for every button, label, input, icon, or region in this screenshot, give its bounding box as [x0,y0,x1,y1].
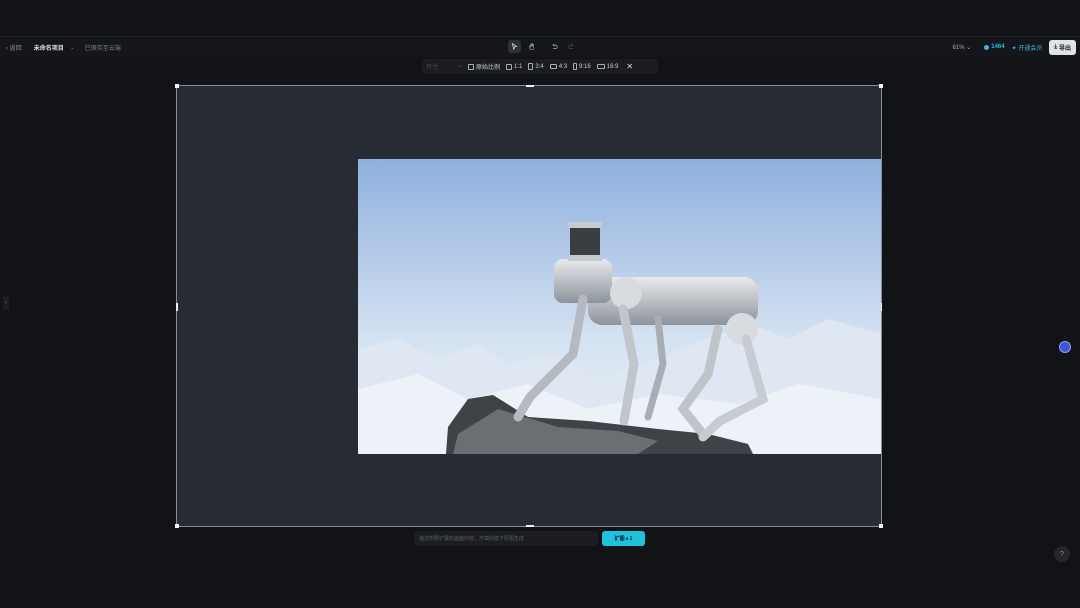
ratio-16-9-icon [596,64,605,69]
ratio-3-4-icon [528,63,534,70]
ratio-original[interactable]: 原始比例 [468,62,500,71]
chevron-down-icon[interactable]: ⌄ [70,44,75,51]
ratio-16-9-label: 16:9 [606,63,619,70]
expand-button[interactable]: 扩图 ● 1 [602,531,645,546]
left-panel-toggle[interactable]: › [3,296,9,310]
help-button[interactable]: ? [1054,546,1070,562]
credits-badge[interactable]: 1464 [984,44,1005,50]
download-icon: ⤓ [1054,43,1057,50]
ratio-4-3-label: 4:3 [558,63,568,70]
zoom-dropdown[interactable]: 61% ⌄ [953,44,972,51]
help-icon: ? [1060,550,1064,558]
ratio-original-label: 原始比例 [476,65,501,71]
resize-handle-top[interactable] [526,85,534,87]
resize-handle-left[interactable] [176,303,178,311]
expand-cost: 1 [629,535,633,542]
tool-group [508,40,578,53]
ratio-9-16-icon [573,63,578,70]
cursor-icon [511,43,518,50]
ratio-4-3-icon [549,64,557,69]
member-label: 开通会员 [1018,45,1043,52]
undo-button[interactable] [548,40,561,53]
aspect-ratio-bar: 尺寸 ⌄ 原始比例 1:1 3:4 4:3 9:16 16:9 ✕ [422,59,658,74]
ratio-1-1[interactable]: 1:1 [506,63,523,70]
back-label: 返回 [9,45,22,52]
top-toolbar: ‹ 返回 未命名项目 ⌄ 已保存至云端 61% ⌄ 1464 ✦ 开通会员 ⤓ 导… [0,36,1080,57]
ratio-9-16-label: 9:16 [579,63,591,70]
resize-handle-top-right[interactable] [879,84,883,88]
prompt-input[interactable]: 描述想要扩展的画面内容，不填则基于原图生成 [414,531,598,546]
resize-handle-top-left[interactable] [175,84,179,88]
ratio-9-16[interactable]: 9:16 [573,63,591,70]
credits-value: 1464 [991,44,1005,50]
credit-coin-icon: ● [625,535,629,542]
resize-handle-bottom-left[interactable] [175,524,179,528]
chevron-right-icon: › [5,300,7,306]
toolbar-left: ‹ 返回 未命名项目 ⌄ 已保存至云端 [6,37,121,57]
chevron-down-icon: ⌄ [456,63,462,69]
ratio-4-3[interactable]: 4:3 [549,63,568,70]
assistant-icon[interactable] [1059,341,1071,353]
prompt-row: 描述想要扩展的画面内容，不填则基于原图生成 扩图 ● 1 [414,531,645,546]
hand-tool-button[interactable] [525,40,538,53]
original-ratio-icon [468,63,474,70]
hand-icon [529,43,534,50]
project-title[interactable]: 未命名项目 [34,43,64,52]
redo-button[interactable] [565,40,578,53]
export-button[interactable]: ⤓ 导出 [1049,39,1076,55]
source-image[interactable] [358,159,881,454]
export-label: 导出 [1058,45,1071,52]
ratio-3-4-label: 3:4 [535,63,544,70]
select-tool-button[interactable] [508,40,521,53]
redo-icon [568,43,574,49]
ratio-1-1-label: 1:1 [514,63,523,70]
resize-handle-bottom-right[interactable] [879,524,883,528]
ratio-16-9[interactable]: 16:9 [596,63,619,70]
size-select-placeholder: 尺寸 [426,65,439,71]
ratio-1-1-icon [506,63,513,70]
close-icon[interactable]: ✕ [626,62,633,71]
save-status: 已保存至云端 [84,45,121,52]
size-select[interactable]: 尺寸 ⌄ [426,62,462,71]
undo-icon [552,43,558,49]
resize-handle-bottom[interactable] [526,525,534,527]
expand-label: 扩图 [614,536,625,542]
prompt-placeholder: 描述想要扩展的画面内容，不填则基于原图生成 [419,536,525,542]
back-button[interactable]: ‹ 返回 [6,43,22,52]
robot-dog-photo [358,159,881,454]
member-button[interactable]: ✦ 开通会员 [1012,43,1043,52]
ratio-3-4[interactable]: 3:4 [528,63,544,70]
toolbar-right: 61% ⌄ 1464 ✦ 开通会员 ⤓ 导出 [953,37,1076,57]
credit-coin-icon [984,44,990,50]
zoom-level: 61% [952,44,965,51]
